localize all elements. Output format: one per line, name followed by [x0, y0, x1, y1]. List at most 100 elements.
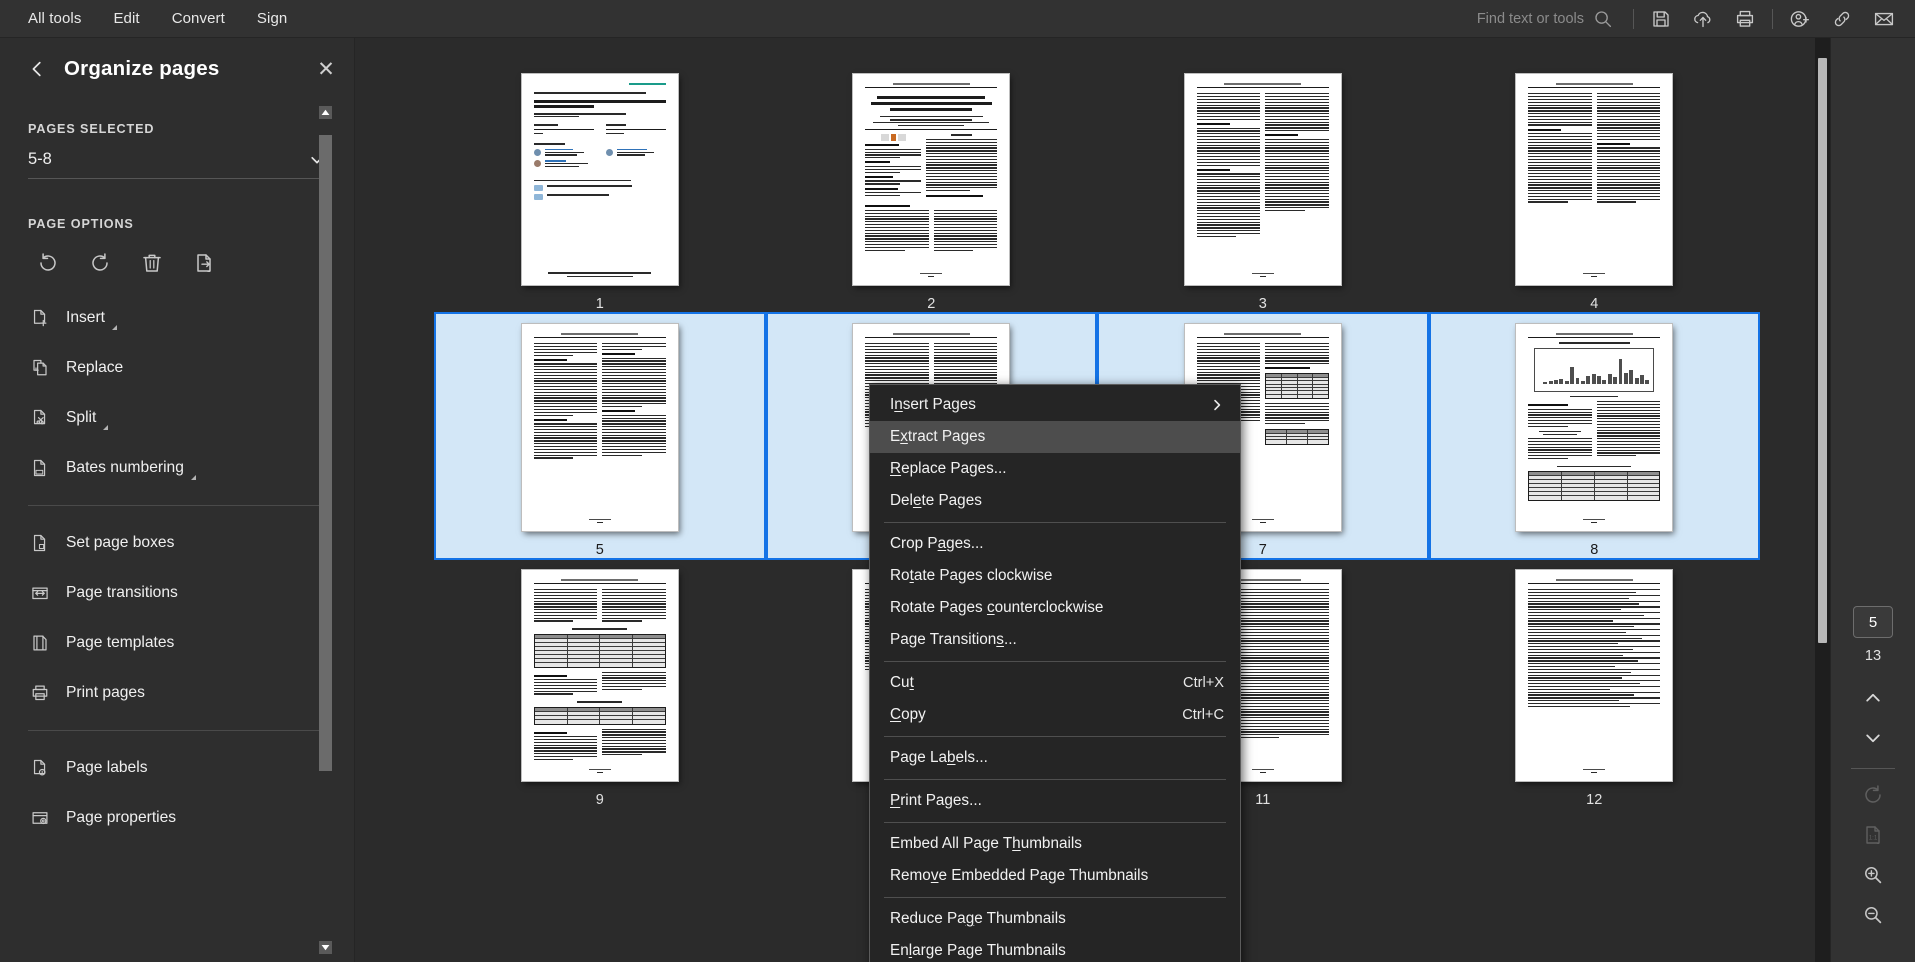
context-menu-item-print-pages[interactable]: Print Pages... — [870, 785, 1240, 817]
context-menu-item-page-transitions[interactable]: Page Transitions... — [870, 624, 1240, 656]
canvas-scroll-thumb[interactable] — [1818, 58, 1827, 643]
menu-convert[interactable]: Convert — [158, 4, 239, 33]
context-menu-item-embed-all-page-thumbnails[interactable]: Embed All Page Thumbnails — [870, 828, 1240, 860]
menu-all-tools[interactable]: All tools — [14, 4, 95, 33]
current-page-field[interactable]: 5 — [1853, 606, 1893, 638]
page-number-label: 7 — [1259, 542, 1267, 558]
page-number-label: 12 — [1586, 792, 1602, 808]
context-menu-item-crop-pages[interactable]: Crop Pages... — [870, 528, 1240, 560]
sidebar-item-split[interactable]: Split — [0, 393, 354, 443]
sidebar-scroll-thumb[interactable] — [319, 135, 332, 771]
sidebar-item-page-labels[interactable]: Page labels — [0, 743, 354, 793]
scroll-up-arrow-icon[interactable] — [319, 106, 332, 119]
sidebar-divider-1 — [28, 505, 326, 506]
context-menu-item-replace-pages[interactable]: Replace Pages... — [870, 453, 1240, 485]
menu-item-label: Reduce Page Thumbnails — [890, 910, 1066, 928]
page-thumbnail-9[interactable]: 9 — [434, 560, 766, 808]
toolbar-divider-2 — [1772, 9, 1773, 29]
sidebar-item-page-properties[interactable]: Page properties — [0, 793, 354, 843]
context-menu-item-page-labels[interactable]: Page Labels... — [870, 742, 1240, 774]
page-number-label: 3 — [1259, 296, 1267, 312]
sidebar-item-label: Page properties — [66, 809, 176, 827]
page-thumbnail-2[interactable]: 2 — [766, 64, 1098, 312]
sidebar-item-page-transitions[interactable]: Page transitions — [0, 568, 354, 618]
page-preview — [522, 74, 678, 285]
context-menu-item-rotate-pages-clockwise[interactable]: Rotate Pages clockwise — [870, 560, 1240, 592]
page-range-dropdown[interactable]: 5-8 — [28, 150, 326, 179]
canvas-scrollbar[interactable] — [1815, 38, 1830, 962]
scroll-down-arrow-icon[interactable] — [319, 941, 332, 954]
caret-icon — [112, 325, 117, 330]
sidebar-item-print-pages[interactable]: Print pages — [0, 668, 354, 718]
page-thumbnail-5[interactable]: 5 — [434, 312, 766, 560]
context-menu-item-reduce-page-thumbnails[interactable]: Reduce Page Thumbnails — [870, 903, 1240, 935]
page-preview — [1516, 324, 1672, 531]
page-options-menu-group-3: Page labels Page properties — [0, 743, 354, 843]
rotate-counterclockwise-icon[interactable] — [24, 241, 72, 285]
menu-item-label: Cut — [890, 674, 914, 692]
context-menu-item-extract-pages[interactable]: Extract Pages — [870, 421, 1240, 453]
next-page-button[interactable] — [1851, 718, 1895, 758]
page-thumbnail-3[interactable]: 3 — [1097, 64, 1429, 312]
rotate-view-button[interactable] — [1851, 775, 1895, 815]
context-menu-item-rotate-pages-counterclockwise[interactable]: Rotate Pages counterclockwise — [870, 592, 1240, 624]
sidebar-item-replace[interactable]: Replace — [0, 343, 354, 393]
save-button[interactable] — [1640, 0, 1682, 38]
menu-sign[interactable]: Sign — [243, 4, 301, 33]
add-person-button[interactable] — [1779, 0, 1821, 38]
page-options-menu-group-2: Set page boxes Page transitions Page tem… — [0, 518, 354, 718]
context-menu-item-copy[interactable]: Copy Ctrl+C — [870, 699, 1240, 731]
sidebar-item-label: Insert — [66, 309, 105, 327]
page-thumbnail-12[interactable]: 12 — [1429, 560, 1761, 808]
link-button[interactable] — [1821, 0, 1863, 38]
upload-cloud-button[interactable] — [1682, 0, 1724, 38]
menu-separator — [884, 522, 1226, 523]
page-transitions-icon — [28, 583, 52, 603]
context-menu-item-remove-embedded-page-thumbnails[interactable]: Remove Embedded Page Thumbnails — [870, 860, 1240, 892]
menu-separator — [884, 661, 1226, 662]
top-toolbar: All tools Edit Convert Sign Find text or… — [0, 0, 1915, 38]
context-menu-item-enlarge-page-thumbnails[interactable]: Enlarge Page Thumbnails — [870, 935, 1240, 962]
caret-icon — [103, 425, 108, 430]
main-menu-bar: All tools Edit Convert Sign — [0, 4, 301, 33]
sidebar-item-set-page-boxes[interactable]: Set page boxes — [0, 518, 354, 568]
menu-item-label: Page Transitions... — [890, 631, 1017, 649]
menu-separator — [884, 779, 1226, 780]
replace-page-icon — [28, 358, 52, 378]
zoom-in-button[interactable] — [1851, 855, 1895, 895]
close-icon[interactable]: ✕ — [312, 55, 340, 83]
sidebar-item-page-templates[interactable]: Page templates — [0, 618, 354, 668]
sidebar-item-label: Replace — [66, 359, 123, 377]
page-properties-icon — [28, 808, 52, 828]
sidebar-scroll-track[interactable] — [319, 119, 332, 941]
print-button[interactable] — [1724, 0, 1766, 38]
context-menu-item-cut[interactable]: Cut Ctrl+X — [870, 667, 1240, 699]
context-menu-item-insert-pages[interactable]: Insert Pages — [870, 389, 1240, 421]
mail-button[interactable] — [1863, 0, 1905, 38]
menu-edit[interactable]: Edit — [99, 4, 153, 33]
trash-icon[interactable] — [128, 241, 176, 285]
rotate-clockwise-icon[interactable] — [76, 241, 124, 285]
page-thumbnail-4[interactable]: 4 — [1429, 64, 1761, 312]
zoom-out-button[interactable] — [1851, 895, 1895, 935]
page-thumbnail-8[interactable]: 8 — [1429, 312, 1761, 560]
search-icon[interactable] — [1593, 9, 1613, 29]
find-bar[interactable]: Find text or tools — [1477, 9, 1613, 29]
actual-size-button[interactable]: 1:1 — [1851, 815, 1895, 855]
panel-header: Organize pages ✕ — [0, 38, 354, 100]
back-chevron-icon[interactable] — [22, 54, 52, 84]
page-number-label: 8 — [1590, 542, 1598, 558]
sidebar-item-insert[interactable]: Insert — [0, 293, 354, 343]
page-title: Organize pages — [64, 57, 219, 81]
previous-page-button[interactable] — [1851, 678, 1895, 718]
sidebar-scrollbar[interactable] — [319, 106, 332, 954]
svg-text:1:1: 1:1 — [1869, 834, 1878, 841]
right-toolbar: 5 13 1:1 — [1830, 38, 1915, 962]
page-thumbnail-1[interactable]: 1 — [434, 64, 766, 312]
page-number-label: 5 — [596, 542, 604, 558]
extract-page-icon[interactable] — [180, 241, 228, 285]
sidebar-item-bates-numbering[interactable]: Bates numbering — [0, 443, 354, 493]
find-placeholder-label: Find text or tools — [1477, 11, 1584, 27]
page-context-menu[interactable]: Insert Pages Extract Pages Replace Pages… — [869, 384, 1241, 962]
context-menu-item-delete-pages[interactable]: Delete Pages — [870, 485, 1240, 517]
